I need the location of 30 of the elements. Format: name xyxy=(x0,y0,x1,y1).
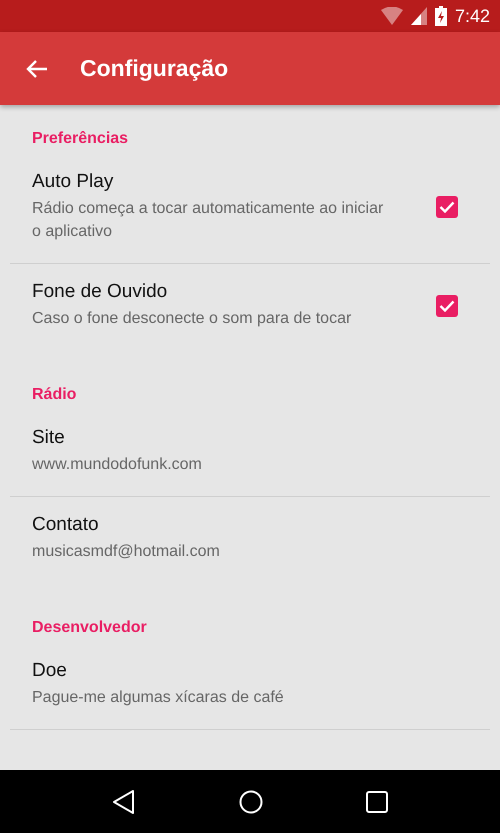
preference-summary: Caso o fone desconecte o som para de tocar xyxy=(32,309,352,329)
signal-icon xyxy=(410,7,427,25)
battery-icon xyxy=(434,6,447,26)
section-header: Preferências xyxy=(31,129,130,149)
preference-summary: musicasmdf@hotmail.com xyxy=(32,542,221,562)
preference-summary: www.mundodofunk.com xyxy=(32,455,203,475)
preference-summary: Rádio começa a tocar automaticamente ao iniciar o aplicativo xyxy=(32,199,384,242)
home-nav-button[interactable] xyxy=(238,790,263,814)
checkbox[interactable] xyxy=(436,294,458,316)
preference-row[interactable]: Site www.mundodofunk.com xyxy=(0,410,500,496)
preference-row[interactable]: Contato musicasmdf@hotmail.com xyxy=(0,497,500,583)
preference-row[interactable]: Auto Play Rádio começa a tocar automaticamente ao iniciar o aplicativo xyxy=(0,154,500,263)
section-header: Desenvolvedor xyxy=(31,618,148,638)
section-header: Rádio xyxy=(31,385,78,405)
preference-summary: Pague-me algumas xícaras de café xyxy=(32,688,285,708)
check-icon xyxy=(439,300,455,312)
preference-row[interactable]: Doe Pague-me algumas xícaras de café xyxy=(0,643,500,729)
recents-nav-button[interactable] xyxy=(366,790,388,812)
back-nav-button[interactable] xyxy=(112,788,136,814)
preference-title: Auto Play xyxy=(32,171,114,193)
preference-row[interactable]: Fone de Ouvido Caso o fone desconecte o som para de tocar xyxy=(0,264,500,350)
preference-title: Contato xyxy=(32,514,100,536)
check-icon xyxy=(439,201,455,213)
wifi-icon xyxy=(380,7,403,25)
preference-title: Doe xyxy=(32,660,68,682)
clock-time: 7:42 xyxy=(454,6,490,26)
toolbar-title: Configuração xyxy=(80,55,228,82)
checkbox[interactable] xyxy=(436,196,458,218)
preference-title: Fone de Ouvido xyxy=(32,281,168,303)
preference-title: Site xyxy=(32,427,66,449)
